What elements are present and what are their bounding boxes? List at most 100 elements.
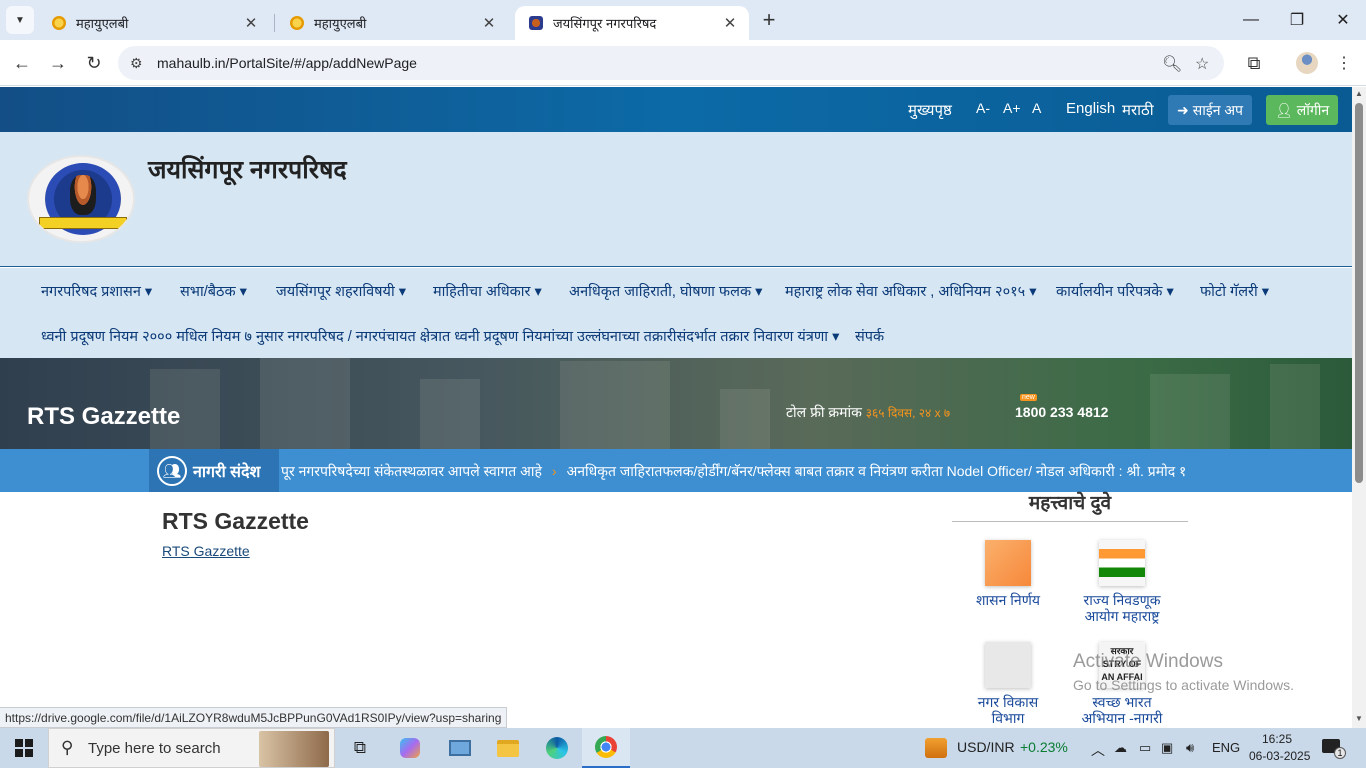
main-navigation: नगरपरिषद प्रशासन ▾ सभा/बैठक ▾ जयसिंगपूर … [0,268,1352,358]
edge-icon[interactable] [533,728,581,768]
nav-item-meetings[interactable]: सभा/बैठक ▾ [180,281,247,301]
news-ticker: 👥︎ नागरी संदेश पूर नगरपरिषदेच्या संकेतस्… [0,449,1352,492]
back-button[interactable]: ← [8,49,36,77]
windows-logo-icon [15,739,33,757]
home-link[interactable]: मुख्यपृष्ठ [908,100,952,120]
site-info-icon[interactable]: ⚙ [130,55,143,72]
computer-icon[interactable] [436,728,484,768]
important-links-title: महत्त्वाचे दुवे [1028,493,1112,514]
menu-icon[interactable]: ⋮ [1330,49,1358,77]
close-window-button[interactable]: ✕ [1320,0,1366,40]
urban-development-image [985,642,1031,688]
nav-item-administration[interactable]: नगरपरिषद प्रशासन ▾ [41,281,152,301]
extensions-icon[interactable]: ⧉ [1240,49,1268,77]
close-tab-icon[interactable]: ✕ [242,14,260,32]
activate-windows-subtitle: Go to Settings to activate Windows. [1073,677,1294,693]
nav-item-rts-act[interactable]: महाराष्ट्र लोक सेवा अधिकार , अधिनियम २०१… [785,281,1037,301]
banner-skyline [260,358,350,449]
close-tab-icon[interactable]: ✕ [480,14,498,32]
nav-item-noise-pollution[interactable]: ध्वनी प्रदूषण नियम २००० मधिल नियम ७ नुसा… [41,326,839,346]
page-heading: RTS Gazzette [162,508,309,534]
volume-icon[interactable]: 🔊︎ [1186,740,1194,756]
tile-election-commission[interactable]: राज्य निवडणूक आयोग महाराष्ट्र [1070,540,1174,624]
computer-icon-shape [449,740,471,756]
utility-bar: मुख्यपृष्ठ A- A+ A English मराठी ➜ साईन … [0,87,1352,132]
close-tab-icon[interactable]: ✕ [721,14,739,32]
bookmark-star-icon[interactable]: ☆ [1195,54,1209,74]
minimize-button[interactable]: — [1228,0,1274,40]
onedrive-icon[interactable]: ☁ [1114,740,1127,756]
nav-label: नगरपरिषद प्रशासन [41,284,141,300]
nav-item-photo-gallery[interactable]: फोटो गॅलरी ▾ [1200,281,1269,301]
clock-time[interactable]: 16:25 [1262,732,1292,746]
folder-icon [497,739,519,757]
show-hidden-icons-icon[interactable]: ︿ [1091,740,1105,760]
marathi-link[interactable]: मराठी [1122,100,1154,120]
copilot-icon[interactable] [386,728,434,768]
site-logo[interactable] [27,155,135,243]
tile-gr[interactable]: शासन निर्णय [956,540,1060,608]
banner-skyline [720,389,770,449]
file-explorer-icon[interactable] [484,728,532,768]
site-title: जयसिंगपूर नगरपरिषद [148,156,347,184]
rts-gazzette-link[interactable]: RTS Gazzette [162,543,250,559]
page-scrollbar[interactable]: ▲ ▼ [1352,87,1366,728]
taskbar-search-box[interactable]: ⚲ Type here to search [48,728,335,768]
restore-button[interactable]: ❐ [1274,0,1320,40]
profile-avatar[interactable] [1296,52,1318,74]
scroll-up-arrow[interactable]: ▲ [1355,89,1363,98]
notification-center-button[interactable]: 1 [1322,739,1346,759]
network-icon[interactable]: ▣ [1161,740,1173,756]
new-tab-button[interactable]: + [756,7,782,33]
tab-search-button[interactable]: ▼ [6,6,34,34]
logo-portrait [70,175,96,215]
nav-item-hoardings[interactable]: अनधिकृत जाहिराती, घोषणा फलक ▾ [569,281,762,301]
ticker-item[interactable]: पूर नगरपरिषदेच्या संकेतस्थळावर आपले स्वा… [281,463,542,479]
clock-date[interactable]: 06-03-2025 [1249,749,1310,763]
zoom-icon[interactable]: 🔍︎ [1162,54,1182,74]
tab-title: महायुएलबी [76,16,129,31]
nav-label: फोटो गॅलरी [1200,284,1258,300]
chrome-icon[interactable] [582,728,630,768]
url-text[interactable]: mahaulb.in/PortalSite/#/app/addNewPage [157,55,417,71]
status-bar-url: https://drive.google.com/file/d/1AiLZOYR… [0,707,508,728]
toll-free-text: टोल फ्री क्रमांक [786,404,862,420]
tile-urban-development[interactable]: नगर विकास विभाग [956,642,1060,726]
nav-item-about-city[interactable]: जयसिंगपूर शहराविषयी ▾ [276,281,406,301]
web-page: मुख्यपृष्ठ A- A+ A English मराठी ➜ साईन … [0,87,1352,728]
font-increase-link[interactable]: A+ [1003,100,1021,116]
login-label: लॉगीन [1296,101,1330,118]
task-view-icon[interactable]: ⧉ [336,728,384,768]
nav-label: अनधिकृत जाहिराती, घोषणा फलक [569,284,752,300]
currency-change[interactable]: +0.23% [1020,739,1068,755]
forward-button[interactable]: → [44,49,72,77]
ticker-item[interactable]: अनधिकृत जाहिरातफलक/होर्डींग/बॅनर/फ्लेक्स… [567,463,1187,479]
tile-label: शासन निर्णय [976,592,1040,608]
english-link[interactable]: English [1066,100,1115,117]
battery-icon[interactable]: ▭ [1139,740,1151,756]
input-language[interactable]: ENG [1212,740,1240,755]
user-icon: 👤︎ [1275,101,1293,118]
scroll-down-arrow[interactable]: ▼ [1355,714,1363,723]
reload-button[interactable]: ↻ [80,49,108,77]
nav-item-circulars[interactable]: कार्यालयीन परिपत्रके ▾ [1056,281,1174,301]
browser-tab-strip: ▼ महायुएलबी ✕ महायुएलबी ✕ जयसिंगपूर नगरप… [0,0,1366,40]
banner-skyline [1150,374,1230,449]
nav-item-rti[interactable]: माहितीचा अधिकार ▾ [433,281,542,301]
login-button[interactable]: 👤︎ लॉगीन [1266,95,1339,125]
browser-tab[interactable]: महायुएलबी ✕ [38,6,270,40]
ticker-text[interactable]: पूर नगरपरिषदेच्या संकेतस्थळावर आपले स्वा… [281,462,1201,481]
toll-free-label: टोल फ्री क्रमांक ३६५ दिवस, २४ x ७ [786,403,950,422]
nav-item-contact[interactable]: संपर्क [855,326,884,346]
signup-button[interactable]: ➜ साईन अप [1168,95,1253,125]
currency-pair[interactable]: USD/INR [957,739,1015,755]
scroll-thumb[interactable] [1355,103,1363,483]
logo-ribbon [39,217,127,229]
font-normal-link[interactable]: A [1032,100,1041,116]
browser-tab-active[interactable]: जयसिंगपूर नगरपरिषद ✕ [515,6,749,40]
font-decrease-link[interactable]: A- [976,100,990,116]
search-placeholder: Type here to search [88,740,221,757]
address-bar[interactable]: ⚙ mahaulb.in/PortalSite/#/app/addNewPage… [118,46,1224,80]
browser-tab[interactable]: महायुएलबी ✕ [276,6,508,40]
start-button[interactable] [0,728,48,768]
